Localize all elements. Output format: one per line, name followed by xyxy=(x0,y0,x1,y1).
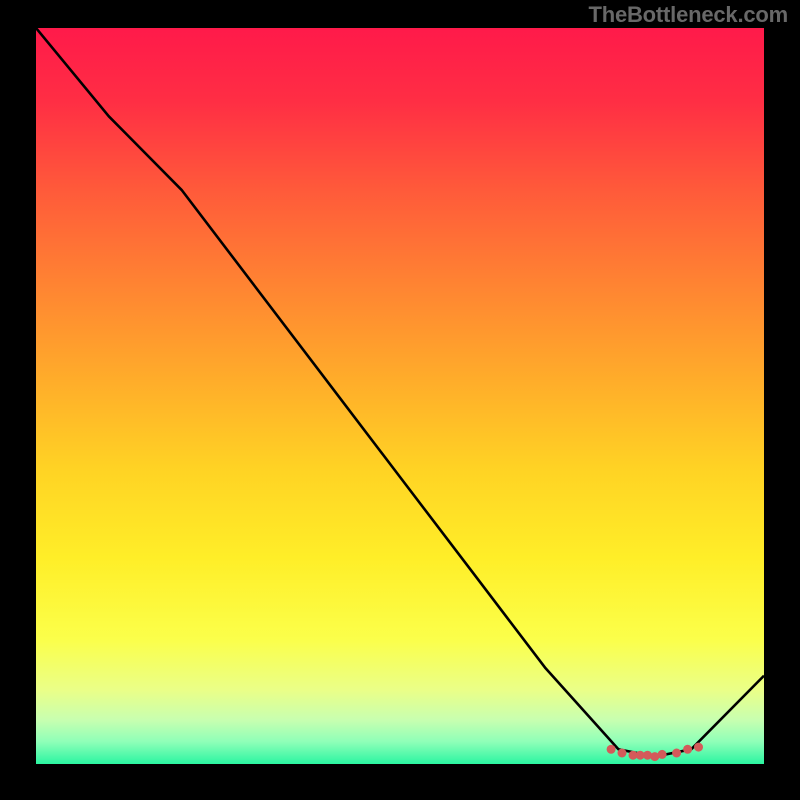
watermark-text: TheBottleneck.com xyxy=(588,2,788,28)
plot-area xyxy=(36,28,764,764)
data-marker xyxy=(607,745,616,754)
data-marker xyxy=(683,745,692,754)
data-marker xyxy=(618,749,627,758)
gradient-background xyxy=(36,28,764,764)
chart-svg xyxy=(36,28,764,764)
chart-container: TheBottleneck.com xyxy=(0,0,800,800)
data-marker xyxy=(658,750,667,759)
data-marker xyxy=(694,743,703,752)
data-marker xyxy=(672,749,681,758)
